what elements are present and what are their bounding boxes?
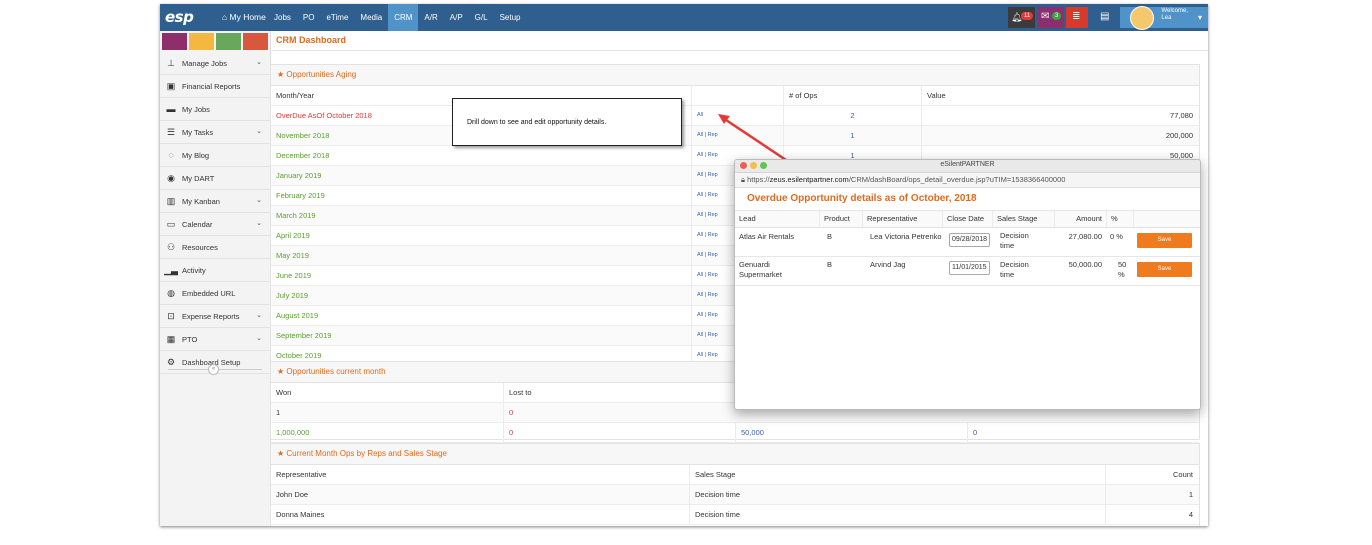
save-button[interactable]: Save: [1137, 233, 1192, 248]
close-date-field[interactable]: 09/28/2018: [945, 233, 995, 247]
column-header: Representative: [862, 211, 942, 227]
column-header: %: [1106, 211, 1133, 227]
stage-line: time: [1000, 270, 1015, 279]
close-date-value[interactable]: 09/28/2018: [949, 233, 991, 247]
popup-titlebar: eSilentPARTNER: [735, 160, 1200, 173]
opportunity-table: Lead Product Representative Close Date S…: [735, 211, 1200, 286]
percent-line: 50: [1118, 260, 1127, 269]
popup-window-title: eSilentPARTNER: [940, 161, 995, 168]
percent: 50 %: [1114, 260, 1134, 280]
column-header: Lead: [739, 214, 756, 223]
arrow-line: [725, 118, 793, 166]
url-path: /CRM/dashBoard/ops_detail_overdue.jsp?uT…: [848, 175, 1066, 184]
lead-line: Supermarket: [739, 270, 782, 279]
popup-url-bar[interactable]: 🔒︎ https://zeus.esilentpartner.com/CRM/d…: [735, 173, 1200, 188]
column-header: Product: [819, 211, 862, 227]
percent-line: %: [1118, 270, 1125, 279]
stage-line: Decision: [1000, 260, 1029, 269]
amount: 50,000.00: [1068, 260, 1102, 269]
representative: Lea Victoria Petrenko: [870, 232, 942, 241]
percent: 0 %: [1110, 232, 1123, 241]
product: B: [827, 232, 833, 241]
table-header: Lead Product Representative Close Date S…: [735, 211, 1200, 228]
product: B: [827, 260, 833, 269]
representative: Arvind Jag: [870, 260, 906, 269]
column-header: Close Date: [942, 211, 992, 227]
url-prefix: https://: [747, 175, 770, 184]
table-row: Atlas Air Rentals B Lea Victoria Petrenk…: [735, 228, 1200, 257]
sales-stage: Decision time: [996, 260, 1056, 280]
stage-line: time: [1000, 241, 1015, 250]
close-date-value[interactable]: 11/01/2015: [949, 261, 990, 275]
lead-name: Genuardi Supermarket: [735, 260, 819, 280]
column-header: [1133, 211, 1200, 227]
save-button[interactable]: Save: [1137, 262, 1192, 277]
lead-line: Genuardi: [739, 260, 770, 269]
table-row: Genuardi Supermarket B Arvind Jag 11/01/…: [735, 257, 1200, 286]
popup-heading: Overdue Opportunity details as of Octobe…: [735, 188, 1200, 211]
column-header: Sales Stage: [992, 211, 1054, 227]
stage-line: Decision: [1000, 231, 1029, 240]
lead-name: Atlas Air Rentals: [739, 232, 795, 241]
opportunity-details-popup: eSilentPARTNER 🔒︎ https://zeus.esilentpa…: [734, 159, 1201, 410]
amount: 27,080.00: [1068, 232, 1102, 241]
url-domain: zeus.esilentpartner.com: [769, 175, 849, 184]
close-date-field[interactable]: 11/01/2015: [945, 261, 995, 275]
sales-stage: Decision time: [996, 231, 1056, 251]
column-header: Amount: [1054, 211, 1106, 227]
